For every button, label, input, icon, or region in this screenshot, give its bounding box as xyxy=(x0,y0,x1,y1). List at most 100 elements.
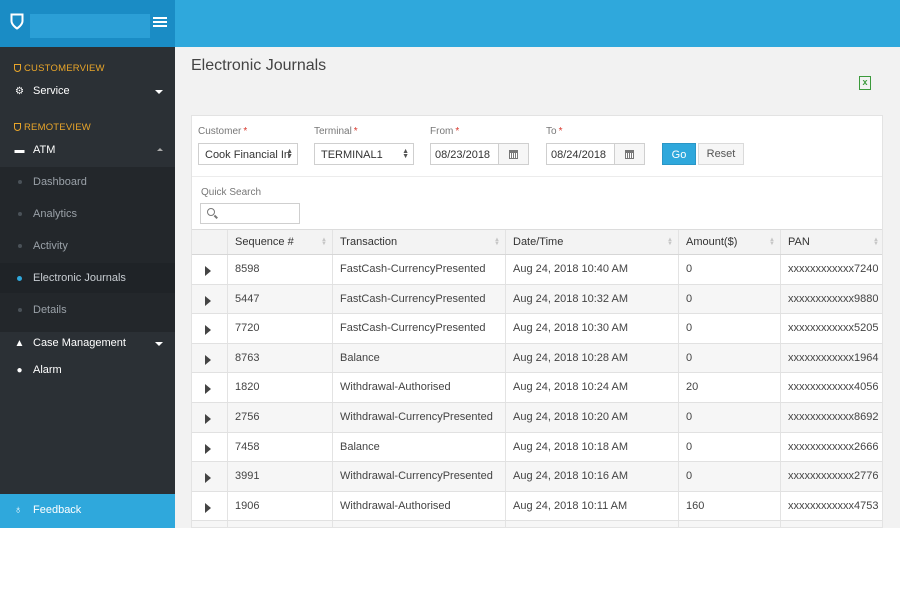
transaction-cell: FastCash-CurrencyPresented xyxy=(333,255,506,284)
transaction-cell: Withdrawal-CurrencyPresented xyxy=(333,403,506,432)
transaction-cell: FastCash-CurrencyPresented xyxy=(333,314,506,343)
table-row-partial[interactable] xyxy=(192,521,882,527)
sidebar-item-electronic-journals[interactable]: Electronic Journals xyxy=(0,263,175,293)
sidebar-item-label: Activity xyxy=(33,240,68,252)
sidebar-item-analytics[interactable]: Analytics xyxy=(0,199,175,229)
pan-cell: xxxxxxxxxxxx2666 xyxy=(788,440,879,453)
datetime-cell: Aug 24, 2018 10:18 AM xyxy=(506,432,679,462)
page-title: Electronic Journals xyxy=(191,57,327,74)
sidebar-item-alarm[interactable]: ● Alarm xyxy=(0,358,175,384)
column-header-transaction[interactable]: Transaction ▲ ▼ xyxy=(333,230,506,254)
transaction-cell: Withdrawal-Authorised xyxy=(333,373,506,402)
table-row[interactable]: 7458 Balance Aug 24, 2018 10:18 AM 0 xxx… xyxy=(192,432,882,463)
sidebar-item-case-management[interactable]: ▲ Case Management xyxy=(0,331,175,357)
reset-button[interactable]: Reset xyxy=(698,143,744,165)
chevron-up-icon xyxy=(157,148,163,151)
sort-icon: ▲ ▼ xyxy=(769,237,775,247)
quick-search-input[interactable] xyxy=(200,203,300,224)
customer-select[interactable]: Cook Financial In ▲ ▼ xyxy=(198,143,298,165)
from-date-input[interactable]: 08/23/2018 xyxy=(430,143,499,165)
sequence-cell: 7720 xyxy=(228,314,333,343)
to-date-input[interactable]: 08/24/2018 xyxy=(546,143,615,165)
transaction-cell: Balance xyxy=(333,343,506,373)
sequence-cell xyxy=(228,521,333,527)
column-header-amount[interactable]: Amount($) ▲ ▼ xyxy=(679,230,781,254)
amount-cell: 0 xyxy=(679,403,781,432)
sort-icon: ▲ ▼ xyxy=(667,237,673,247)
brand-area xyxy=(0,0,175,47)
caret-right-icon[interactable] xyxy=(205,295,211,306)
calendar-icon[interactable] xyxy=(615,143,645,165)
sidebar-item-label: Case Management xyxy=(33,337,126,349)
sidebar-item-label: Dashboard xyxy=(33,176,87,188)
sort-icon: ▲ ▼ xyxy=(321,237,327,247)
sequence-cell: 2756 xyxy=(228,403,333,432)
sidebar-item-dashboard[interactable]: Dashboard xyxy=(0,167,175,197)
table-row[interactable]: 5447 FastCash-CurrencyPresented Aug 24, … xyxy=(192,284,882,315)
atm-submenu: Dashboard Analytics Activity Electronic … xyxy=(0,167,175,332)
caret-right-icon[interactable] xyxy=(205,354,211,365)
datetime-cell xyxy=(506,521,679,527)
column-header-sequence[interactable]: Sequence # ▲ ▼ xyxy=(228,230,333,254)
expand-column-header xyxy=(192,230,228,254)
sequence-cell: 7458 xyxy=(228,432,333,462)
table-row[interactable]: 2756 Withdrawal-CurrencyPresented Aug 24… xyxy=(192,403,882,433)
shield-icon xyxy=(14,123,21,131)
bullet-icon xyxy=(18,244,22,248)
customer-label: Customer * xyxy=(198,126,248,137)
sidebar: CUSTOMERVIEW ⚙ Service REMOTEVIEW ▬ ATM … xyxy=(0,47,175,528)
table-row[interactable]: 8763 Balance Aug 24, 2018 10:28 AM 0 xxx… xyxy=(192,343,882,374)
table-row[interactable]: 3991 Withdrawal-CurrencyPresented Aug 24… xyxy=(192,462,882,492)
chevron-down-icon xyxy=(155,90,163,94)
pan-cell: xxxxxxxxxxxx8692 xyxy=(788,411,879,423)
bell-icon: ● xyxy=(16,365,23,376)
caret-right-icon[interactable] xyxy=(205,414,211,424)
quick-search-label: Quick Search xyxy=(201,187,262,198)
select-arrows-icon: ▲ ▼ xyxy=(286,148,293,160)
shield-icon xyxy=(14,64,21,72)
table-row[interactable]: 7720 FastCash-CurrencyPresented Aug 24, … xyxy=(192,314,882,344)
calendar-icon[interactable] xyxy=(499,143,529,165)
caret-right-icon[interactable] xyxy=(205,266,211,276)
pan-cell: xxxxxxxxxxxx4753 xyxy=(788,499,879,512)
caret-right-icon[interactable] xyxy=(205,473,211,484)
sidebar-item-service[interactable]: ⚙ Service xyxy=(0,79,175,105)
table-header-row: Sequence # ▲ ▼ Transaction ▲ ▼ Date/Time ▲ ▼ A… xyxy=(192,230,882,255)
caret-right-icon[interactable] xyxy=(205,502,211,513)
feedback-button[interactable]: ♁ Feedback xyxy=(0,494,175,528)
from-label: From * xyxy=(430,126,460,137)
table-row[interactable]: 1906 Withdrawal-Authorised Aug 24, 2018 … xyxy=(192,491,882,522)
pan-cell: xxxxxxxxxxxx7240 xyxy=(788,263,879,275)
datetime-cell: Aug 24, 2018 10:16 AM xyxy=(506,462,679,491)
datetime-cell: Aug 24, 2018 10:28 AM xyxy=(506,343,679,373)
column-header-datetime[interactable]: Date/Time ▲ ▼ xyxy=(506,230,679,254)
caret-right-icon[interactable] xyxy=(205,443,211,454)
datetime-cell: Aug 24, 2018 10:40 AM xyxy=(506,255,679,284)
expand-cell xyxy=(192,255,228,284)
table-row[interactable]: 8598 FastCash-CurrencyPresented Aug 24, … xyxy=(192,255,882,285)
sequence-cell: 5447 xyxy=(228,284,333,314)
datetime-cell: Aug 24, 2018 10:30 AM xyxy=(506,314,679,343)
sidebar-item-activity[interactable]: Activity xyxy=(0,231,175,261)
global-search-box[interactable] xyxy=(30,14,150,38)
terminal-select[interactable]: TERMINAL1 ▲ ▼ xyxy=(314,143,414,165)
go-button[interactable]: Go xyxy=(662,143,696,165)
sidebar-item-details[interactable]: Details xyxy=(0,295,175,325)
pan-cell: xxxxxxxxxxxx1964 xyxy=(788,351,879,364)
bullet-icon xyxy=(18,308,22,312)
caret-right-icon[interactable] xyxy=(205,325,211,336)
caret-right-icon[interactable] xyxy=(205,384,211,395)
table-row[interactable]: 1820 Withdrawal-Authorised Aug 24, 2018 … xyxy=(192,373,882,403)
journal-table: Sequence # ▲ ▼ Transaction ▲ ▼ Date/Time ▲ ▼ A… xyxy=(192,229,882,527)
hamburger-menu-icon[interactable] xyxy=(153,17,167,29)
datetime-cell: Aug 24, 2018 10:11 AM xyxy=(506,491,679,521)
pan-cell: xxxxxxxxxxxx9880 xyxy=(788,292,879,305)
terminal-label: Terminal * xyxy=(314,126,358,137)
excel-export-icon[interactable]: x xyxy=(859,76,871,90)
sidebar-item-atm[interactable]: ▬ ATM xyxy=(0,138,175,164)
search-icon xyxy=(207,208,215,216)
sequence-cell: 1820 xyxy=(228,373,333,402)
sequence-cell: 8763 xyxy=(228,343,333,373)
column-header-pan[interactable]: PAN ▲ ▼ xyxy=(781,230,882,254)
expand-cell xyxy=(192,403,228,432)
